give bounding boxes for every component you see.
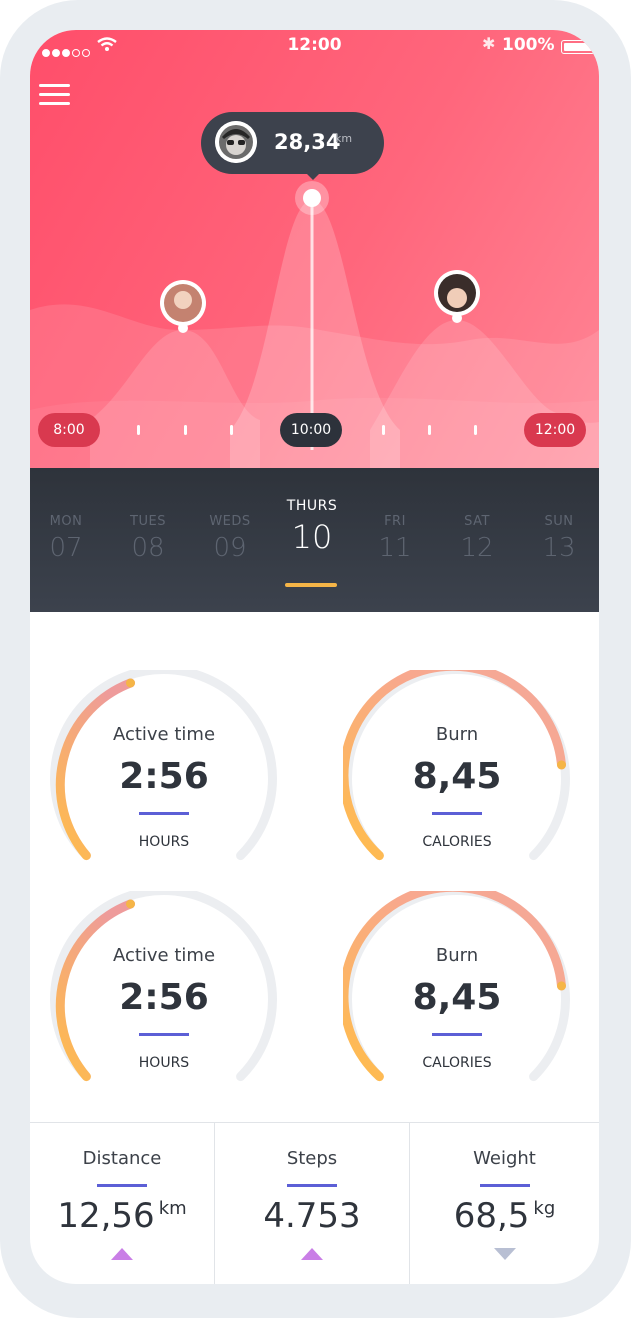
day-name: WEDS [209, 514, 251, 529]
day-name: SAT [464, 514, 490, 529]
weight-stat[interactable]: Weight 68,5 kg [410, 1122, 599, 1284]
day-date: 10 [291, 518, 333, 556]
gauge-value: 8,45 [412, 977, 502, 1018]
trend-up-icon [301, 1248, 323, 1260]
gauge-title: Active time [112, 724, 216, 745]
distance-bubble: 28,34 km [201, 112, 384, 180]
day-selector: MON 07 TUES 08 WEDS 09 THURS 10 FRI 11 S… [30, 468, 599, 612]
day-date: 12 [460, 533, 494, 563]
day-name: SUN [544, 514, 574, 529]
activity-waves [30, 181, 599, 468]
stat-unit: kg [533, 1198, 556, 1219]
stat-value: 68,5 [453, 1196, 530, 1236]
burn-gauge[interactable]: Burn 8,45 CALORIES [343, 670, 571, 870]
stat-value: 4.753 [263, 1196, 361, 1236]
gauge-unit: CALORIES [422, 834, 492, 850]
user-avatar [215, 121, 257, 163]
day-sat[interactable]: SAT 12 [442, 514, 512, 563]
bluetooth-icon: ✱ [482, 34, 496, 53]
stat-value-wrap: 68,5 kg [410, 1196, 599, 1236]
steps-stat[interactable]: Steps 4.753 [215, 1122, 409, 1284]
day-thurs[interactable]: THURS 10 [277, 498, 347, 556]
day-name: MON [49, 514, 83, 529]
stat-underline [479, 1184, 530, 1187]
timeline-tick [184, 425, 187, 435]
day-date: 08 [131, 533, 165, 563]
time-start-pill[interactable]: 8:00 [38, 413, 100, 447]
gauge-underline [432, 1033, 482, 1036]
timeline-tick [474, 425, 477, 435]
stat-underline [97, 1184, 147, 1187]
gauge-title: Active time [112, 945, 216, 966]
stat-value: 12,56 [57, 1196, 155, 1236]
app-screen: 12:00 ✱ 100% 28,34 km 8:00 10:00 12:00 M… [30, 30, 599, 1284]
battery-icon [561, 40, 595, 54]
day-weds[interactable]: WEDS 09 [195, 514, 265, 563]
day-sun[interactable]: SUN 13 [524, 514, 594, 563]
stat-label: Distance [82, 1148, 162, 1169]
day-date: 07 [49, 533, 83, 563]
day-date: 09 [213, 533, 247, 563]
day-tues[interactable]: TUES 08 [113, 514, 183, 563]
gauge-value: 2:56 [119, 977, 209, 1018]
gauge-value: 2:56 [119, 756, 209, 797]
stat-underline [287, 1184, 337, 1187]
bubble-distance-value: 28,34 [274, 130, 341, 154]
battery-percent: 100% [502, 35, 555, 55]
status-bar: 12:00 ✱ 100% [30, 30, 599, 64]
timeline-tick [230, 425, 233, 435]
day-name: THURS [286, 498, 338, 514]
timeline-tick [382, 425, 385, 435]
stat-unit: km [158, 1198, 187, 1219]
timeline-tick [137, 425, 140, 435]
trend-up-icon [111, 1248, 133, 1260]
gauge-underline [139, 1033, 189, 1036]
burn-gauge[interactable]: Burn 8,45 CALORIES [343, 891, 571, 1091]
selected-day-indicator [285, 583, 337, 587]
active-time-gauge[interactable]: Active time 2:56 HOURS [50, 670, 278, 870]
stat-value-wrap: 12,56 km [30, 1196, 214, 1236]
time-end-pill[interactable]: 12:00 [524, 413, 586, 447]
distance-stat[interactable]: Distance 12,56 km [30, 1122, 214, 1284]
gauge-underline [432, 812, 482, 815]
gauge-underline [139, 812, 189, 815]
time-current-pill[interactable]: 10:00 [280, 413, 342, 447]
timeline-tick [428, 425, 431, 435]
active-time-gauge[interactable]: Active time 2:56 HOURS [50, 891, 278, 1091]
gauge-unit: HOURS [138, 834, 190, 850]
day-name: FRI [384, 514, 406, 529]
gauge-unit: HOURS [138, 1055, 190, 1071]
trend-down-icon [493, 1248, 516, 1260]
stat-label: Steps [286, 1148, 338, 1169]
day-date: 11 [378, 533, 412, 563]
gauge-title: Burn [435, 945, 479, 966]
day-date: 13 [542, 533, 576, 563]
day-name: TUES [130, 514, 166, 529]
activity-hero: 12:00 ✱ 100% 28,34 km 8:00 10:00 12:00 [30, 30, 599, 468]
gauge-title: Burn [435, 724, 479, 745]
menu-icon[interactable] [39, 84, 70, 106]
day-mon[interactable]: MON 07 [31, 514, 101, 563]
gauge-value: 8,45 [412, 756, 502, 797]
day-fri[interactable]: FRI 11 [360, 514, 430, 563]
gauge-unit: CALORIES [422, 1055, 492, 1071]
stat-label: Weight [473, 1148, 536, 1169]
bubble-distance-unit: km [335, 132, 353, 145]
